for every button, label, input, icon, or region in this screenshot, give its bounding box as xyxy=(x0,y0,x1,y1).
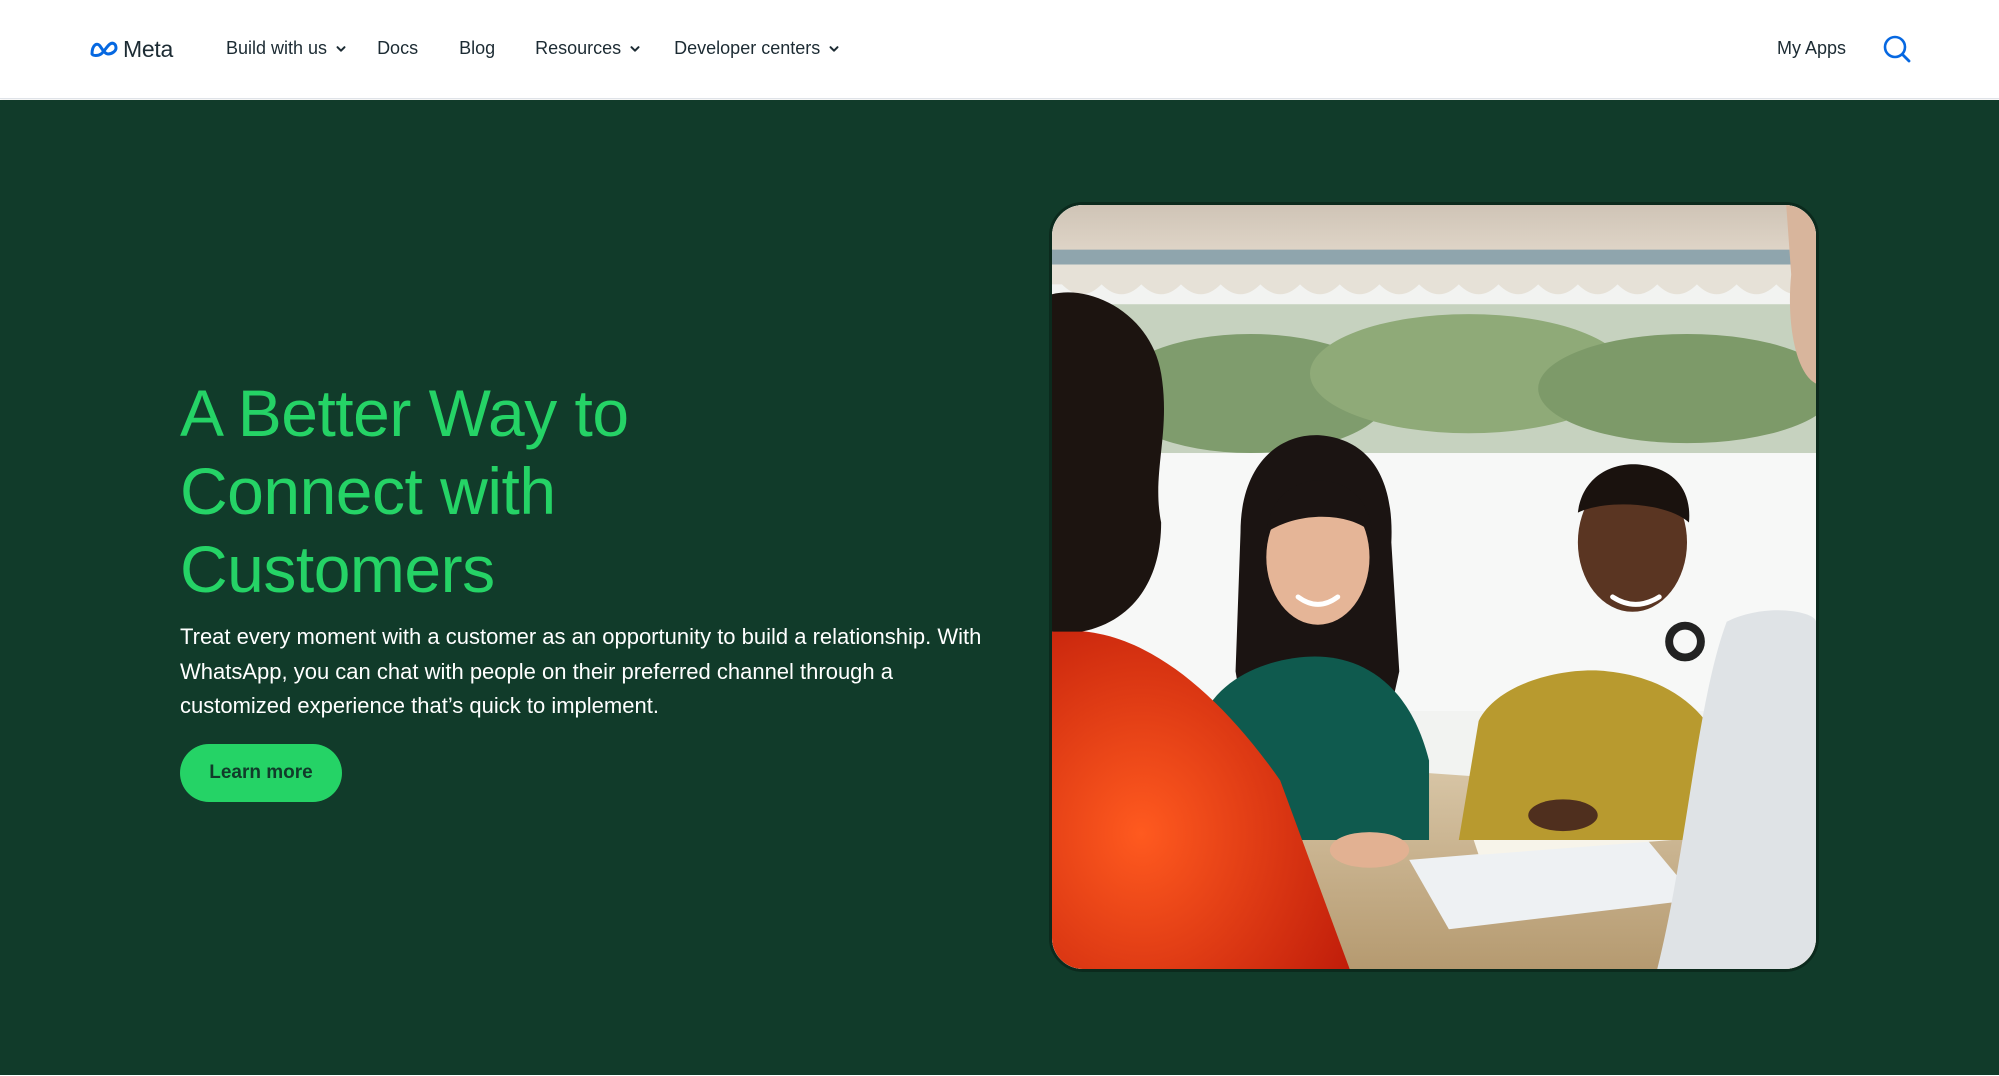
meta-infinity-icon xyxy=(90,41,118,57)
nav-resources[interactable]: Resources xyxy=(535,0,641,97)
nav-blog[interactable]: Blog xyxy=(459,0,495,97)
people-meeting-illustration xyxy=(1052,205,1816,969)
top-navigation: Meta Build with us Docs Blog Resources D… xyxy=(0,0,1999,99)
hero-title: A Better Way to Connect with Customers xyxy=(180,376,629,606)
nav-docs-label: Docs xyxy=(377,38,419,58)
nav-resources-label: Resources xyxy=(535,38,622,58)
hero-photo xyxy=(1049,202,1819,972)
chevron-down-icon xyxy=(630,45,640,52)
search-button[interactable] xyxy=(1882,34,1912,64)
chevron-down-icon xyxy=(336,45,346,52)
hero-section: A Better Way to Connect with Customers T… xyxy=(0,100,1999,1075)
nav-build-with-us-label: Build with us xyxy=(226,38,328,58)
nav-developer-centers[interactable]: Developer centers xyxy=(674,0,840,97)
my-apps-link[interactable]: My Apps xyxy=(1777,0,1846,97)
nav-build-with-us[interactable]: Build with us xyxy=(226,0,347,97)
search-icon xyxy=(1883,35,1911,63)
nav-docs[interactable]: Docs xyxy=(377,0,418,97)
nav-blog-label: Blog xyxy=(459,38,496,58)
chevron-down-icon xyxy=(829,45,839,52)
hero-description: Treat every moment with a customer as an… xyxy=(180,624,982,718)
primary-nav: Build with us Docs Blog Resources Develo… xyxy=(226,0,840,97)
meta-logo-text: Meta xyxy=(123,35,173,62)
nav-developer-centers-label: Developer centers xyxy=(674,38,821,58)
meta-logo[interactable]: Meta xyxy=(89,34,173,64)
learn-more-button[interactable]: Learn more xyxy=(180,744,342,802)
